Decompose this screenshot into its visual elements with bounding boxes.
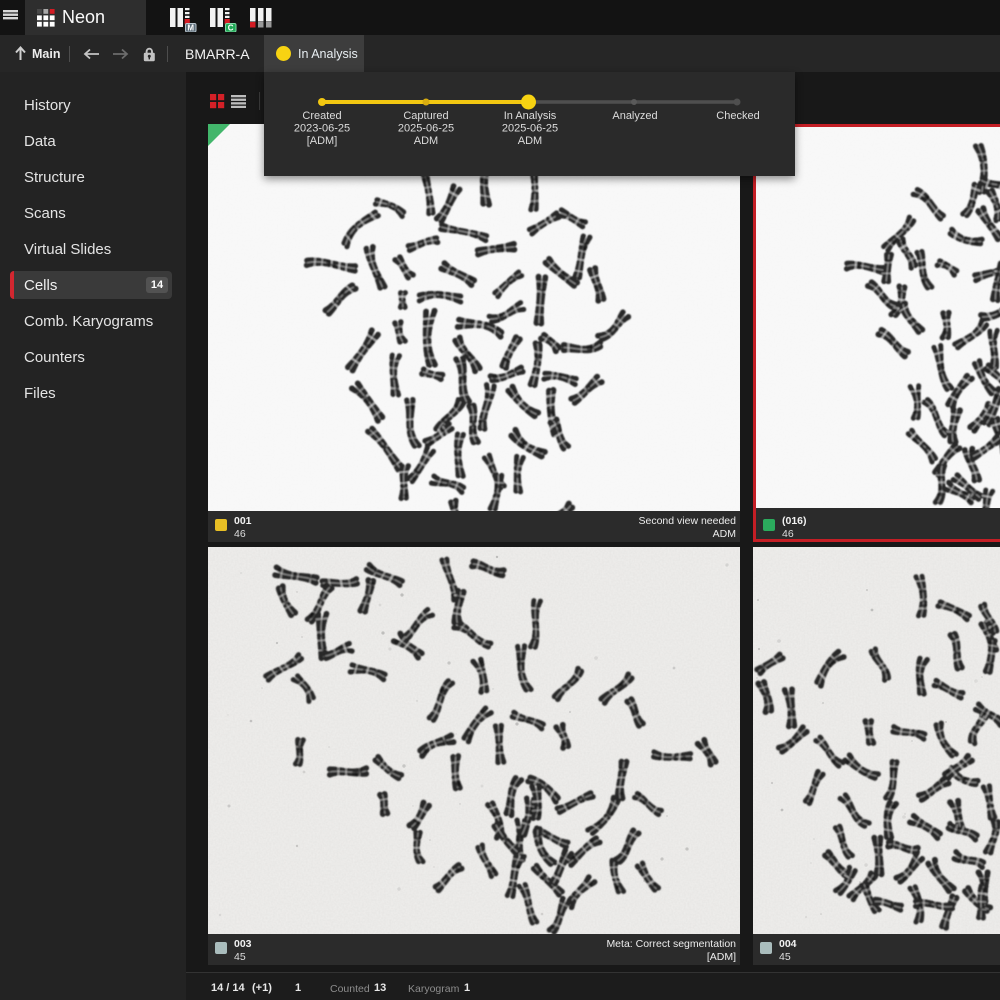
- svg-text:2025-06-25: 2025-06-25: [398, 123, 454, 135]
- svg-text:Analyzed: Analyzed: [612, 110, 657, 122]
- svg-text:Checked: Checked: [716, 110, 759, 122]
- svg-text:2023-06-25: 2023-06-25: [294, 123, 350, 135]
- svg-text:[ADM]: [ADM]: [307, 135, 338, 147]
- svg-text:C: C: [228, 24, 234, 32]
- svg-text:Created: Created: [302, 110, 341, 122]
- svg-text:ADM: ADM: [414, 135, 438, 147]
- svg-text:M: M: [187, 24, 194, 32]
- svg-text:Captured: Captured: [403, 110, 448, 122]
- svg-text:ADM: ADM: [518, 135, 542, 147]
- svg-text:In Analysis: In Analysis: [504, 110, 557, 122]
- svg-text:2025-06-25: 2025-06-25: [502, 123, 558, 135]
